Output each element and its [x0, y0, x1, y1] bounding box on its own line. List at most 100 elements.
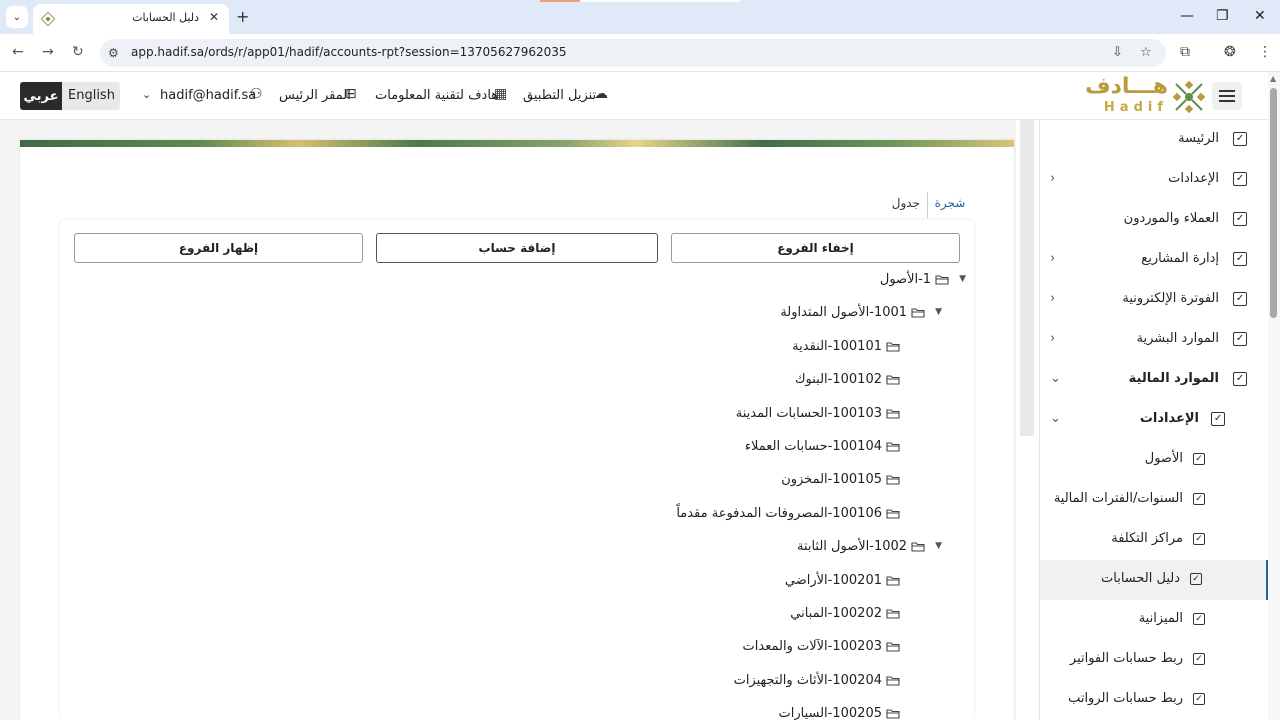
tree-node[interactable]: 100104-حسابات العملاء: [745, 439, 900, 459]
sidebar-item[interactable]: ✓ ربط حسابات الفواتير: [1040, 640, 1268, 680]
tab-tree[interactable]: شجرة: [934, 196, 966, 222]
expand-caret-icon[interactable]: ▼: [935, 307, 942, 317]
tree-node[interactable]: ▼ 1001-الأصول المتداولة: [780, 305, 942, 325]
tree-node-label[interactable]: 100103-الحسابات المدينة: [736, 406, 882, 421]
content-scroll-thumb[interactable]: [1020, 120, 1034, 436]
tree-node[interactable]: ▼ 1-الأصول: [880, 272, 966, 292]
sidebar-item[interactable]: ✓ ربط حسابات الرواتب: [1040, 680, 1268, 720]
show-branches-button[interactable]: إظهار الفروع: [74, 233, 363, 263]
headquarters-link[interactable]: المقر الرئيس: [279, 88, 351, 103]
chevron-down-icon[interactable]: ⌄: [1050, 411, 1061, 426]
sidebar-item-label: الموارد البشرية: [1136, 331, 1219, 346]
chevron-left-icon[interactable]: ‹: [1050, 331, 1055, 346]
folder-icon: [886, 639, 900, 654]
new-tab-icon[interactable]: +: [236, 7, 249, 26]
tree-node[interactable]: ▼ 1002-الأصول الثابتة: [797, 539, 942, 559]
browser-menu-icon[interactable]: ⋮: [1258, 44, 1272, 60]
browser-tab[interactable]: دليل الحسابات ✕: [33, 4, 229, 34]
sidebar-item[interactable]: ✓ دليل الحسابات: [1040, 560, 1268, 600]
add-account-button[interactable]: إضافة حساب: [376, 233, 658, 263]
sidebar-item[interactable]: ✓ مراكز التكلفة: [1040, 520, 1268, 560]
tree-node[interactable]: 100106-المصروفات المدفوعة مقدماً: [676, 506, 900, 526]
maximize-icon[interactable]: ❐: [1216, 8, 1229, 24]
reload-icon[interactable]: ↻: [72, 44, 84, 60]
tree-node-label[interactable]: 1-الأصول: [880, 272, 931, 287]
tree-node-label[interactable]: 100203-الآلات والمعدات: [743, 639, 882, 654]
tree-node-label[interactable]: 100102-البنوك: [795, 372, 882, 387]
sidebar-item[interactable]: ✓ السنوات/الفترات المالية: [1040, 480, 1268, 520]
tree-node-label[interactable]: 100105-المخزون: [781, 472, 882, 487]
checkbox-icon: ✓: [1193, 533, 1205, 545]
sidebar-item[interactable]: ✓ الفوترة الإلكترونية ‹: [1040, 280, 1268, 320]
back-icon[interactable]: ←: [12, 44, 24, 60]
address-bar[interactable]: ⚙ app.hadif.sa/ords/r/app01/hadif/accoun…: [100, 39, 1166, 67]
user-email[interactable]: hadif@hadif.sa: [160, 88, 256, 103]
lang-english-button[interactable]: English: [68, 88, 115, 103]
install-app-icon[interactable]: ⇩: [1112, 45, 1123, 60]
tab-search-button[interactable]: ⌄: [6, 6, 28, 28]
sidebar-item[interactable]: ✓ الأصول: [1040, 440, 1268, 480]
tree-node[interactable]: 100203-الآلات والمعدات: [743, 639, 900, 659]
tree-node-label[interactable]: 100104-حسابات العملاء: [745, 439, 882, 454]
menu-toggle-button[interactable]: [1212, 82, 1242, 110]
minimize-icon[interactable]: —: [1180, 8, 1194, 24]
checkbox-icon: ✓: [1211, 412, 1225, 426]
tree-node[interactable]: 100103-الحسابات المدينة: [736, 406, 900, 426]
forward-icon[interactable]: →: [42, 44, 54, 60]
accounts-card: شجرة جدول إخفاء الفروع إضافة حساب إظهار …: [20, 140, 1014, 720]
sidebar-item[interactable]: ✓ العملاء والموردون: [1040, 200, 1268, 240]
tree-node[interactable]: 100202-المباني: [790, 606, 900, 626]
bookmark-star-icon[interactable]: ☆: [1140, 45, 1152, 60]
browser-tabstrip: ⌄ دليل الحسابات ✕ + — ❐ ✕: [0, 0, 1280, 34]
tree-node[interactable]: 100205-السيارات: [778, 706, 900, 720]
sidebar-item-label: مراكز التكلفة: [1111, 531, 1183, 546]
content-scrollbar[interactable]: [1016, 120, 1039, 720]
sidebar-item[interactable]: ✓ الموارد المالية ⌄: [1040, 360, 1268, 400]
sidebar-item[interactable]: ✓ الإعدادات ⌄: [1040, 400, 1268, 440]
tree-node[interactable]: 100101-النقدية: [792, 339, 900, 359]
tree-node-label[interactable]: 1001-الأصول المتداولة: [780, 305, 907, 320]
company-name[interactable]: هادف لتقنية المعلومات: [375, 88, 498, 103]
page-scrollbar[interactable]: ▲: [1268, 72, 1280, 720]
site-info-icon[interactable]: ⚙: [108, 46, 119, 60]
tree-node[interactable]: 100201-الأراضي: [785, 573, 900, 593]
lang-arabic-button[interactable]: عربي: [20, 82, 62, 110]
sidebar-item[interactable]: ✓ الإعدادات ‹: [1040, 160, 1268, 200]
chevron-left-icon[interactable]: ‹: [1050, 291, 1055, 306]
scroll-up-icon[interactable]: ▲: [1270, 74, 1276, 83]
tree-node-label[interactable]: 100205-السيارات: [778, 706, 882, 720]
chevron-down-icon[interactable]: ⌄: [142, 88, 151, 101]
tree-node-label[interactable]: 100106-المصروفات المدفوعة مقدماً: [676, 506, 882, 521]
sidebar-item[interactable]: ✓ الموارد البشرية ‹: [1040, 320, 1268, 360]
tree-node-label[interactable]: 1002-الأصول الثابتة: [797, 539, 907, 554]
tree-node-label[interactable]: 100101-النقدية: [792, 339, 882, 354]
tree-node[interactable]: 100204-الأثاث والتجهيزات: [734, 673, 900, 693]
sidebar-item-label: دليل الحسابات: [1101, 571, 1180, 586]
sidebar-item[interactable]: ✓ الميزانية: [1040, 600, 1268, 640]
extensions-icon[interactable]: ⧉: [1180, 44, 1190, 60]
sidebar-item[interactable]: ✓ إدارة المشاريع ‹: [1040, 240, 1268, 280]
expand-caret-icon[interactable]: ▼: [959, 274, 966, 284]
logo-arabic-text: هـــادف: [1085, 74, 1168, 99]
tree-node[interactable]: 100105-المخزون: [781, 472, 900, 492]
tree-node[interactable]: 100102-البنوك: [795, 372, 900, 392]
hadif-logo[interactable]: هـــادف Hadif: [1084, 74, 1206, 116]
tab-table[interactable]: جدول: [892, 196, 920, 210]
tree-node-label[interactable]: 100201-الأراضي: [785, 573, 882, 588]
download-app-link[interactable]: تنزيل التطبيق: [523, 88, 596, 103]
expand-caret-icon[interactable]: ▼: [935, 541, 942, 551]
url-text[interactable]: app.hadif.sa/ords/r/app01/hadif/accounts…: [131, 45, 567, 59]
close-window-icon[interactable]: ✕: [1254, 8, 1266, 24]
chevron-down-icon[interactable]: ⌄: [1050, 371, 1061, 386]
chevron-left-icon[interactable]: ‹: [1050, 251, 1055, 266]
folder-icon: [886, 439, 900, 454]
tab-close-icon[interactable]: ✕: [209, 10, 219, 24]
hide-branches-button[interactable]: إخفاء الفروع: [671, 233, 960, 263]
sidebar-item[interactable]: ✓ الرئيسة: [1040, 120, 1268, 160]
page-scroll-thumb[interactable]: [1270, 88, 1277, 318]
tree-node-label[interactable]: 100204-الأثاث والتجهيزات: [734, 673, 882, 688]
tree-node-label[interactable]: 100202-المباني: [790, 606, 882, 621]
checkbox-icon: ✓: [1193, 493, 1205, 505]
profile-icon[interactable]: ❂: [1224, 44, 1236, 60]
chevron-left-icon[interactable]: ‹: [1050, 171, 1055, 186]
